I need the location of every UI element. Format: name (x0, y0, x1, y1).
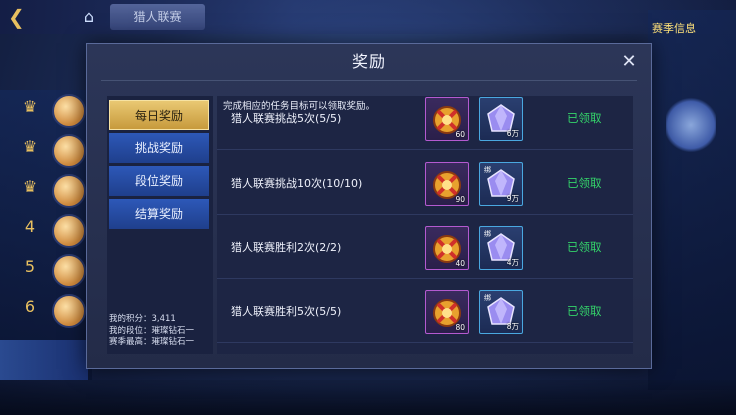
reward-quantity: 60 (455, 130, 465, 139)
home-icon[interactable]: ⌂ (78, 6, 100, 28)
reward-quantity: 8万 (506, 322, 519, 331)
avatar (52, 134, 86, 168)
divider (217, 214, 633, 215)
rank-badge: ♛ (22, 177, 38, 196)
reward-quantity: 6万 (506, 129, 519, 138)
list-item: 猎人联赛胜利2次(2/2) 40 绑 4万 已领取 (217, 216, 633, 279)
reward-quantity: 80 (455, 323, 465, 332)
rank-number: 5 (24, 257, 36, 276)
divider (217, 342, 633, 343)
reward-quantity: 4万 (506, 258, 519, 267)
tab-hunter-league[interactable]: 猎人联赛 (110, 4, 205, 30)
season-info-title: 赛季信息 (652, 22, 696, 35)
tab-settlement-reward[interactable]: 结算奖励 (109, 199, 209, 229)
self-rank-row (0, 340, 88, 380)
season-best-rank: 赛季最高：璀璨钻石一 (109, 337, 195, 347)
reward-item-token[interactable]: 90 (425, 162, 469, 206)
task-description: 猎人联赛胜利5次(5/5) (231, 305, 342, 318)
reward-list-panel[interactable]: 猎人联赛挑战5次(5/5) 60 6万 已领取 完成相应的任务目标可以领取奖励。… (217, 96, 633, 354)
bound-tag: 绑 (484, 230, 491, 238)
list-item: 猎人联赛胜利5次(5/5) 80 绑 8万 已领取 (217, 280, 633, 343)
reward-dialog: 奖励 ✕ 每日奖励 挑战奖励 段位奖励 结算奖励 我的积分：3,411 我的段位… (86, 43, 652, 369)
avatar (52, 94, 86, 128)
divider (217, 278, 633, 279)
reward-quantity: 9万 (506, 194, 519, 203)
claimed-status: 已领取 (567, 176, 602, 190)
dialog-title: 奖励 (351, 52, 386, 71)
reward-item-crystal[interactable]: 6万 (479, 97, 523, 141)
rank-badge: ♛ (22, 137, 38, 156)
bound-tag: 绑 (484, 166, 491, 174)
avatar (52, 214, 86, 248)
rank-number: 6 (24, 297, 36, 316)
avatar (52, 294, 86, 328)
season-info-panel (648, 10, 736, 390)
reward-item-token[interactable]: 40 (425, 226, 469, 270)
close-icon[interactable]: ✕ (619, 52, 639, 72)
reward-list[interactable]: 猎人联赛挑战5次(5/5) 60 6万 已领取 完成相应的任务目标可以领取奖励。… (217, 96, 633, 354)
back-arrow-icon[interactable]: ❮ (8, 6, 34, 28)
player-stats: 我的积分：3,411 我的段位：璀璨钻石一 赛季最高：璀璨钻石一 (109, 314, 213, 349)
rank-emblem-icon (666, 95, 716, 155)
reward-item-crystal[interactable]: 绑 4万 (479, 226, 523, 270)
task-description: 猎人联赛胜利2次(2/2) (231, 241, 342, 254)
my-score: 我的积分：3,411 (109, 314, 176, 324)
reward-quantity: 90 (455, 195, 465, 204)
rank-badge: ♛ (22, 97, 38, 116)
claimed-status: 已领取 (567, 111, 602, 125)
claimed-status: 已领取 (567, 240, 602, 254)
reward-item-token[interactable]: 80 (425, 290, 469, 334)
divider (101, 80, 637, 81)
tab-rank-reward[interactable]: 段位奖励 (109, 166, 209, 196)
tab-challenge-reward[interactable]: 挑战奖励 (109, 133, 209, 163)
reward-quantity: 40 (455, 259, 465, 268)
reward-item-crystal[interactable]: 绑 8万 (479, 290, 523, 334)
divider (217, 149, 633, 150)
reward-category-sidebar: 每日奖励 挑战奖励 段位奖励 结算奖励 我的积分：3,411 我的段位：璀璨钻石… (107, 96, 213, 354)
bound-tag: 绑 (484, 294, 491, 302)
bottom-bar (0, 380, 736, 415)
avatar (52, 254, 86, 288)
reward-item-crystal[interactable]: 绑 9万 (479, 162, 523, 206)
tab-daily-reward[interactable]: 每日奖励 (109, 100, 209, 130)
list-item: 猎人联赛挑战10次(10/10) 90 绑 9万 已领取 (217, 152, 633, 215)
my-rank: 我的段位：璀璨钻石一 (109, 325, 195, 336)
reward-hint: 完成相应的任务目标可以领取奖励。 (223, 101, 376, 112)
task-description: 猎人联赛挑战10次(10/10) (231, 177, 363, 190)
reward-item-token[interactable]: 60 (425, 97, 469, 141)
avatar (52, 174, 86, 208)
claimed-status: 已领取 (567, 304, 602, 318)
rank-number: 4 (24, 217, 36, 236)
